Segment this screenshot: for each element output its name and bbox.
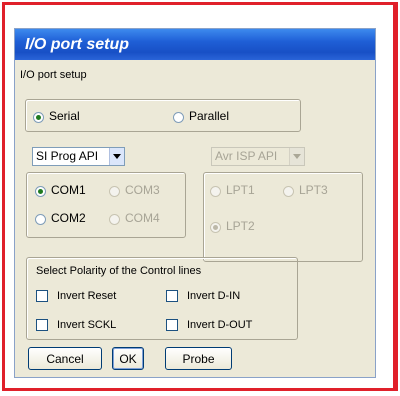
com-port-group (26, 172, 186, 238)
serial-label: Serial (49, 109, 80, 123)
io-port-setup-dialog: I/O port setup I/O port setup Serial Par… (14, 28, 376, 378)
invert-dout-checkbox[interactable] (166, 319, 178, 331)
lpt2-radio (210, 222, 221, 233)
invert-sckl-checkbox[interactable] (36, 319, 48, 331)
probe-button[interactable]: Probe (165, 347, 232, 370)
polarity-label: Select Polarity of the Control lines (36, 265, 202, 277)
com3-label: COM3 (125, 183, 160, 197)
parallel-api-dropdown-button (289, 148, 304, 165)
cancel-button[interactable]: Cancel (28, 347, 102, 370)
lpt3-radio (283, 186, 294, 197)
com1-label: COM1 (51, 183, 86, 197)
com1-radio[interactable] (35, 186, 46, 197)
lpt2-label: LPT2 (226, 219, 255, 233)
com4-label: COM4 (125, 211, 160, 225)
parallel-label: Parallel (189, 109, 230, 123)
com3-radio (109, 186, 120, 197)
ok-button[interactable]: OK (112, 347, 144, 370)
highlight-frame-right-edge (393, 2, 398, 391)
invert-din-label: Invert D-IN (187, 290, 241, 302)
serial-api-dropdown-button[interactable] (109, 148, 124, 165)
parallel-radio[interactable] (173, 112, 184, 123)
invert-din-checkbox[interactable] (166, 290, 178, 302)
lpt1-radio (210, 186, 221, 197)
com4-radio (109, 214, 120, 225)
com2-radio[interactable] (35, 214, 46, 225)
lpt1-label: LPT1 (226, 183, 255, 197)
lpt3-label: LPT3 (299, 183, 328, 197)
window-title: I/O port setup (15, 29, 375, 60)
main-group-label: I/O port setup (20, 69, 87, 81)
invert-dout-label: Invert D-OUT (187, 319, 253, 331)
invert-reset-label: Invert Reset (57, 290, 117, 302)
serial-api-select[interactable]: SI Prog API (32, 147, 125, 166)
chevron-down-icon (113, 154, 121, 159)
invert-sckl-label: Invert SCKL (57, 319, 117, 331)
com2-label: COM2 (51, 211, 86, 225)
chevron-down-icon (293, 154, 301, 159)
invert-reset-checkbox[interactable] (36, 290, 48, 302)
serial-radio[interactable] (33, 112, 44, 123)
serial-api-value: SI Prog API (36, 149, 99, 163)
parallel-api-value: Avr ISP API (215, 149, 278, 163)
parallel-api-select: Avr ISP API (211, 147, 305, 166)
